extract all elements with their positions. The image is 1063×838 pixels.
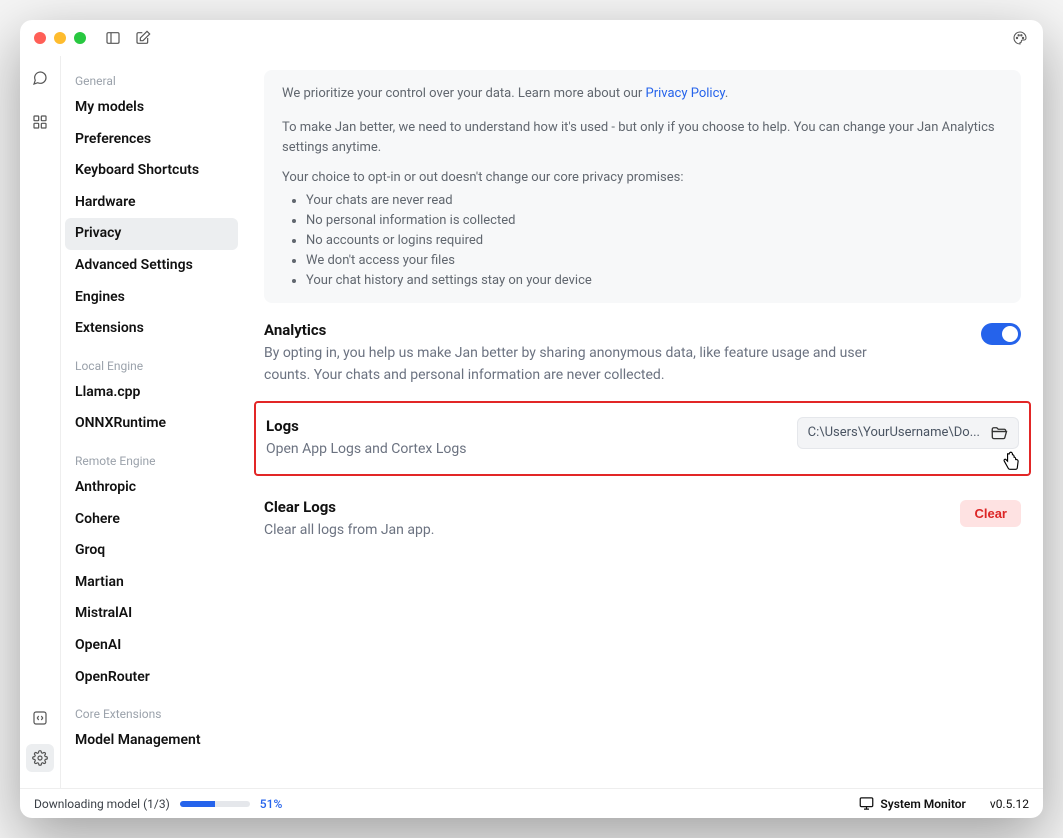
analytics-desc: By opting in, you help us make Jan bette… xyxy=(264,343,904,386)
sidebar-header-local-engine: Local Engine xyxy=(65,353,238,377)
system-monitor-button[interactable]: System Monitor xyxy=(859,796,965,811)
sidebar-item-anthropic[interactable]: Anthropic xyxy=(65,472,238,504)
statusbar: Downloading model (1/3) 51% System Monit… xyxy=(20,788,1043,818)
apps-icon[interactable] xyxy=(26,108,54,136)
sidebar-header-general: General xyxy=(65,68,238,92)
monitor-icon xyxy=(859,796,874,811)
code-icon[interactable] xyxy=(26,704,54,732)
app-window: General My modelsPreferencesKeyboard Sho… xyxy=(20,20,1043,818)
sidebar-header-core-ext: Core Extensions xyxy=(65,701,238,725)
sidebar-item-openrouter[interactable]: OpenRouter xyxy=(65,662,238,694)
download-percent: 51% xyxy=(260,797,282,811)
sidebar-item-llama.cpp[interactable]: Llama.cpp xyxy=(65,377,238,409)
sidebar-item-onnxruntime[interactable]: ONNXRuntime xyxy=(65,408,238,440)
clear-logs-button[interactable]: Clear xyxy=(960,500,1021,527)
settings-sidebar: General My modelsPreferencesKeyboard Sho… xyxy=(60,56,246,788)
info-p1b: . xyxy=(725,86,728,101)
info-bullet: Your chats are never read xyxy=(306,191,1003,211)
folder-open-icon xyxy=(990,424,1008,442)
sidebar-item-preferences[interactable]: Preferences xyxy=(65,124,238,156)
minimize-window[interactable] xyxy=(54,32,66,44)
maximize-window[interactable] xyxy=(74,32,86,44)
cursor-hand-icon xyxy=(997,449,1023,475)
logs-desc: Open App Logs and Cortex Logs xyxy=(266,439,466,461)
version-label: v0.5.12 xyxy=(990,797,1029,811)
system-monitor-label: System Monitor xyxy=(880,797,965,811)
info-bullet: No personal information is collected xyxy=(306,211,1003,231)
info-bullet: No accounts or logins required xyxy=(306,231,1003,251)
sidebar-item-advanced-settings[interactable]: Advanced Settings xyxy=(65,250,238,282)
setting-clear-logs: Clear Logs Clear all logs from Jan app. … xyxy=(264,480,1021,546)
sidebar-item-my-models[interactable]: My models xyxy=(65,92,238,124)
info-p2: To make Jan better, we need to understan… xyxy=(282,118,1003,158)
sidebar-item-openai[interactable]: OpenAI xyxy=(65,630,238,662)
sidebar-toggle-icon[interactable] xyxy=(104,29,122,47)
titlebar xyxy=(20,20,1043,56)
logs-path-button[interactable]: C:\Users\YourUsername\Do... xyxy=(797,417,1019,449)
info-bullet: Your chat history and settings stay on y… xyxy=(306,271,1003,291)
sidebar-item-martian[interactable]: Martian xyxy=(65,567,238,599)
window-controls xyxy=(34,32,86,44)
analytics-toggle[interactable] xyxy=(981,323,1021,345)
download-status-text: Downloading model (1/3) xyxy=(34,797,170,811)
sidebar-item-extensions[interactable]: Extensions xyxy=(65,313,238,345)
palette-icon[interactable] xyxy=(1011,29,1029,47)
logs-path-text: C:\Users\YourUsername\Do... xyxy=(808,425,980,440)
new-note-icon[interactable] xyxy=(134,29,152,47)
privacy-policy-link[interactable]: Privacy Policy xyxy=(646,86,725,101)
close-window[interactable] xyxy=(34,32,46,44)
sidebar-item-hardware[interactable]: Hardware xyxy=(65,187,238,219)
setting-analytics: Analytics By opting in, you help us make… xyxy=(264,303,1021,390)
sidebar-item-engines[interactable]: Engines xyxy=(65,282,238,314)
privacy-info-box: We prioritize your control over your dat… xyxy=(264,70,1021,303)
clear-logs-desc: Clear all logs from Jan app. xyxy=(264,520,434,542)
setting-logs: Logs Open App Logs and Cortex Logs C:\Us… xyxy=(254,401,1031,477)
sidebar-item-mistralai[interactable]: MistralAI xyxy=(65,598,238,630)
info-p1a: We prioritize your control over your dat… xyxy=(282,86,646,101)
sidebar-item-privacy[interactable]: Privacy xyxy=(65,218,238,250)
chat-icon[interactable] xyxy=(26,64,54,92)
analytics-title: Analytics xyxy=(264,321,904,339)
info-bullet: We don't access your files xyxy=(306,251,1003,271)
sidebar-item-model-management[interactable]: Model Management xyxy=(65,725,238,757)
nav-rail xyxy=(20,56,60,788)
sidebar-item-cohere[interactable]: Cohere xyxy=(65,504,238,536)
sidebar-header-remote-engine: Remote Engine xyxy=(65,448,238,472)
sidebar-item-keyboard-shortcuts[interactable]: Keyboard Shortcuts xyxy=(65,155,238,187)
clear-logs-title: Clear Logs xyxy=(264,498,434,516)
download-progress xyxy=(180,801,250,807)
logs-title: Logs xyxy=(266,417,466,435)
sidebar-item-groq[interactable]: Groq xyxy=(65,535,238,567)
settings-icon[interactable] xyxy=(26,744,54,772)
settings-content: We prioritize your control over your dat… xyxy=(246,56,1043,788)
info-p3: Your choice to opt-in or out doesn't cha… xyxy=(282,168,1003,188)
info-bullets: Your chats are never readNo personal inf… xyxy=(282,191,1003,292)
